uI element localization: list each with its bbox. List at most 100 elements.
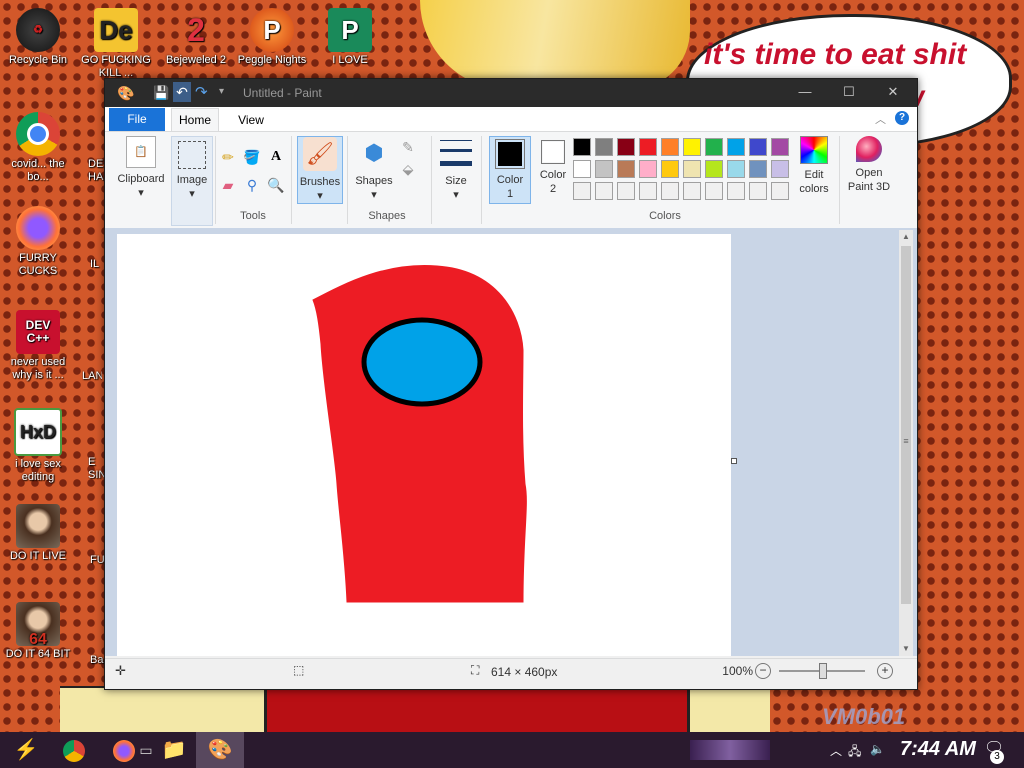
redo-icon[interactable]: ↷ [195,83,208,101]
color-swatch[interactable] [595,160,613,178]
drawing-canvas[interactable] [117,234,731,656]
color-swatch[interactable] [771,138,789,156]
scroll-down-icon[interactable]: ▼ [899,642,913,656]
desktop-icon-peggle[interactable]: P Peggle Nights [234,8,310,67]
canvas-area [105,228,917,656]
chrome-icon [16,112,60,156]
desktop-icon-furry[interactable]: FURRY CUCKS [0,206,76,278]
color-swatch[interactable] [661,160,679,178]
help-icon[interactable]: ? [895,111,909,125]
tab-home[interactable]: Home [171,108,219,131]
color-swatch[interactable] [639,138,657,156]
tab-view[interactable]: View [231,109,271,131]
size-icon [440,136,472,170]
color-swatch[interactable] [771,160,789,178]
color-swatch[interactable] [727,138,745,156]
publisher-icon: P [328,8,372,52]
color-swatch[interactable] [705,182,723,200]
image-button[interactable]: Image ▾ [171,136,213,226]
color2-button[interactable]: Color 2 [535,136,571,202]
title-bar[interactable]: 🎨 💾 ↶ ↷ ▾ Untitled - Paint — ☐ ✕ [105,79,917,107]
start-icon[interactable]: ⚡ [12,736,40,764]
tab-file[interactable]: File [109,108,165,131]
color-swatch[interactable] [639,160,657,178]
color-picker-icon[interactable]: ⚲ [243,176,261,194]
color-swatch[interactable] [683,138,701,156]
brushes-button[interactable]: 🖌 Brushes ▾ [297,136,343,204]
desktop-icon-partial-lan[interactable]: LAN [82,370,102,383]
network-icon[interactable]: 🖧 [848,742,861,763]
color-swatch[interactable] [705,138,723,156]
paint-palette-icon[interactable]: 🎨 [117,85,134,102]
open-paint3d-button[interactable]: Open Paint 3D [843,136,895,206]
desktop-icon-do-it-live[interactable]: DO IT LIVE [0,504,76,563]
pencil-icon[interactable]: ✏ [219,148,237,166]
color2-swatch [541,140,565,164]
desktop-icon-recycle-bin[interactable]: ♻ Recycle Bin [0,8,76,67]
outline-icon[interactable]: ✎ [399,138,417,156]
vertical-scrollbar[interactable]: ▲ ≡ ▼ [899,230,913,656]
fill-shape-icon[interactable]: ⬙ [399,160,417,178]
color-swatch[interactable] [705,160,723,178]
color-swatch[interactable] [661,182,679,200]
minimize-button[interactable]: — [785,79,825,107]
size-button[interactable]: Size ▾ [437,136,475,224]
fill-icon[interactable]: 🪣 [243,148,261,166]
color-swatch[interactable] [683,160,701,178]
magnifier-icon[interactable]: 🔍 [267,176,285,194]
close-button[interactable]: ✕ [873,79,913,107]
canvas-resize-handle[interactable] [731,458,737,464]
tray-chevron-icon[interactable]: ︿ [830,742,842,759]
terminal-icon[interactable]: ▭ [132,736,160,764]
drawing-svg [312,264,527,603]
crewmate-body [312,264,527,603]
desktop-icon-bejeweled[interactable]: 2 Bejeweled 2 [158,8,234,67]
color-swatch[interactable] [617,182,635,200]
color-swatch[interactable] [727,182,745,200]
selection-size-icon: ⬚ [293,663,305,677]
color-swatch[interactable] [573,138,591,156]
volume-icon[interactable]: 🔈 [870,742,885,756]
clock[interactable]: 7:44 AM [900,738,976,761]
color-swatch[interactable] [573,160,591,178]
desktop-icon-i-love[interactable]: P I LOVE [312,8,388,67]
taskbar-paint-active[interactable]: 🎨 [196,732,244,768]
quick-access-dropdown-icon[interactable]: ▾ [219,86,224,97]
desktop-icon-go-kill[interactable]: De GO FUCKING KILL ... [78,8,154,80]
undo-icon[interactable]: ↶ [173,82,191,102]
explorer-icon[interactable]: 📁 [160,736,188,764]
desktop-icon-devcpp[interactable]: DEV C++ never used why is it ... [0,310,76,382]
desktop-icon-do-it-64[interactable]: 64 DO IT 64 BIT [0,602,76,661]
scroll-thumb[interactable]: ≡ [901,246,911,604]
color1-button[interactable]: Color 1 [489,136,531,204]
eraser-icon[interactable]: ▰ [219,176,237,194]
zoom-in-button[interactable]: + [877,663,893,679]
desktop-icon-covid[interactable]: covid... the bo... [0,112,76,184]
color-swatch[interactable] [595,138,613,156]
color-swatch[interactable] [749,182,767,200]
color-swatch[interactable] [727,160,745,178]
maximize-button[interactable]: ☐ [829,79,869,107]
chrome-icon[interactable] [60,736,88,764]
color-swatch[interactable] [683,182,701,200]
color-swatch[interactable] [617,138,635,156]
color-swatch[interactable] [595,182,613,200]
save-icon[interactable]: 💾 [153,85,169,101]
scroll-up-icon[interactable]: ▲ [899,230,913,244]
zoom-out-button[interactable]: − [755,663,771,679]
edit-colors-button[interactable]: Edit colors [797,136,831,206]
color-swatch[interactable] [749,138,767,156]
color-swatch[interactable] [617,160,635,178]
notification-badge: 3 [990,750,1004,764]
text-icon[interactable]: A [267,148,285,166]
color-swatch[interactable] [749,160,767,178]
collapse-ribbon-icon[interactable]: ︿ [875,111,886,127]
color-swatch[interactable] [661,138,679,156]
color-swatch[interactable] [639,182,657,200]
zoom-slider-thumb[interactable] [819,663,827,679]
color-swatch[interactable] [573,182,591,200]
desktop-icon-hxd[interactable]: HxD i love sex editing [0,408,76,484]
clipboard-button[interactable]: 📋 Clipboard ▾ [113,136,169,224]
color-swatch[interactable] [771,182,789,200]
clipboard-icon: 📋 [126,136,156,168]
